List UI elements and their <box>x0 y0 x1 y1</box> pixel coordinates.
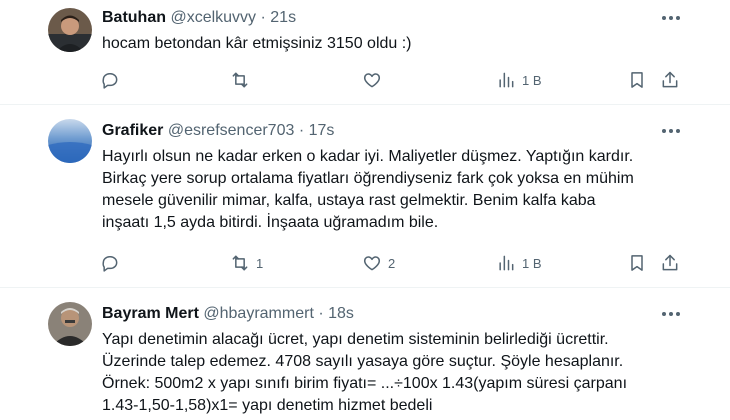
tweet-time[interactable]: 18s <box>328 305 354 322</box>
reply-icon <box>102 256 118 272</box>
tweet[interactable]: Grafiker @esrefsencer703 · 17s Hayırlı o… <box>0 105 730 287</box>
more-options-icon[interactable] <box>658 8 684 28</box>
tweet-text-line: 1.43-1,50-1,58)x1= yapı denetim hizmet b… <box>102 397 433 414</box>
tweet-text-line: Örnek: 500m2 x yapı sınıfı birim fiyatı=… <box>102 375 628 392</box>
views-button[interactable]: 1 B <box>496 251 542 275</box>
heart-icon <box>363 256 381 271</box>
bookmark-icon <box>631 255 643 271</box>
tweet[interactable]: Bayram Mert @hbayrammert · 18s Yapı dene… <box>0 288 730 420</box>
tweet-actions: 1 B <box>100 68 680 92</box>
separator-dot: · <box>260 9 266 26</box>
more-options-icon[interactable] <box>658 304 684 324</box>
tweet-text: Hayırlı olsun ne kadar erken o kadar iyi… <box>102 146 702 234</box>
reply-button[interactable] <box>100 68 126 92</box>
tweet-text-line: hocam betondan kâr etmişsiniz 3150 oldu … <box>102 35 412 52</box>
share-button[interactable] <box>660 251 680 275</box>
tweet-text: hocam betondan kâr etmişsiniz 3150 oldu … <box>102 33 702 55</box>
separator-dot: · <box>298 122 305 139</box>
author-handle[interactable]: @esrefsencer703 <box>168 122 295 139</box>
retweet-count: 1 <box>256 255 264 271</box>
author-name[interactable]: Batuhan <box>102 9 166 26</box>
author-name[interactable]: Grafiker <box>102 122 163 139</box>
tweet-text-line: mesele güvenilir mimar, kalfa, ustaya ra… <box>102 192 596 209</box>
author-name[interactable]: Bayram Mert <box>102 305 199 322</box>
avatar[interactable] <box>48 302 92 346</box>
separator-dot: · <box>318 305 324 322</box>
tweet-time[interactable]: 21s <box>270 9 296 26</box>
views-chart-icon <box>499 255 514 271</box>
more-options-icon[interactable] <box>658 121 684 141</box>
views-chart-icon <box>499 72 514 88</box>
share-icon <box>662 71 678 88</box>
tweet-actions: 1 2 1 B <box>100 251 680 275</box>
views-count: 1 B <box>522 255 542 271</box>
tweet-text: Yapı denetimin alacağı ücret, yapı denet… <box>102 329 702 417</box>
author-handle[interactable]: @xcelkuvvy <box>170 9 256 26</box>
like-count: 2 <box>388 255 396 271</box>
tweet-text-line: Hayırlı olsun ne kadar erken o kadar iyi… <box>102 148 634 165</box>
retweet-icon <box>232 72 248 88</box>
share-button[interactable] <box>660 68 680 92</box>
retweet-button[interactable] <box>230 68 256 92</box>
reply-button[interactable] <box>100 251 126 275</box>
like-button[interactable] <box>362 68 388 92</box>
tweet-text-line: Birkaç yere sorup ortalama fiyatları öğr… <box>102 170 634 187</box>
retweet-button[interactable]: 1 <box>230 251 263 275</box>
reply-icon <box>102 73 118 89</box>
tweet-header: Bayram Mert @hbayrammert · 18s <box>102 304 354 324</box>
tweet-text-line: Üzerinde talep edemez. 4708 sayılı yasay… <box>102 353 624 370</box>
like-button[interactable]: 2 <box>362 251 395 275</box>
views-button[interactable]: 1 B <box>496 68 542 92</box>
views-count: 1 B <box>522 72 542 88</box>
avatar[interactable] <box>48 8 92 52</box>
author-handle[interactable]: @hbayrammert <box>203 305 314 322</box>
tweet-header: Grafiker @esrefsencer703 · 17s <box>102 121 334 141</box>
avatar[interactable] <box>48 119 92 163</box>
tweet-time[interactable]: 17s <box>309 122 335 139</box>
bookmark-button[interactable] <box>627 68 647 92</box>
retweet-icon <box>232 255 248 271</box>
tweet[interactable]: Batuhan @xcelkuvvy · 21s hocam betondan … <box>0 0 730 104</box>
tweet-text-line: Yapı denetimin alacağı ücret, yapı denet… <box>102 331 609 348</box>
share-icon <box>662 254 678 271</box>
tweet-header: Batuhan @xcelkuvvy · 21s <box>102 8 296 28</box>
bookmark-icon <box>631 72 643 88</box>
tweet-text-line: inşaatı 1,5 ayda bitirdi. İnşaata uğrama… <box>102 214 439 231</box>
heart-icon <box>363 73 381 88</box>
bookmark-button[interactable] <box>627 251 647 275</box>
